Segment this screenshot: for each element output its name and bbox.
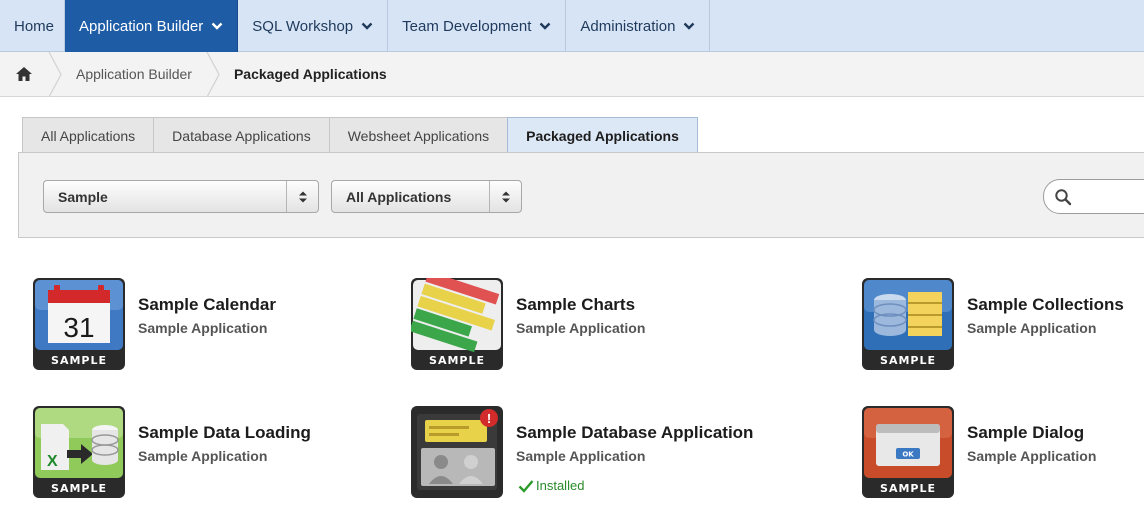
app-tile-sample-database-application[interactable]: ! Sample Database Application Sample App… xyxy=(411,406,771,506)
app-tile-sample-charts[interactable]: SAMPLE Sample Charts Sample Application xyxy=(411,278,771,378)
chevron-down-icon xyxy=(361,20,373,32)
search-icon xyxy=(1055,189,1072,206)
category-select-value: Sample xyxy=(58,188,108,205)
filter-bar: Sample All Applications xyxy=(18,152,1144,238)
collections-icon: SAMPLE xyxy=(862,278,954,370)
app-title: Sample Charts xyxy=(516,295,636,314)
chevron-down-icon xyxy=(539,20,551,32)
calendar-day: 31 xyxy=(63,312,94,343)
select-arrows-icon xyxy=(489,181,521,212)
app-title: Sample Dialog xyxy=(967,423,1085,442)
home-icon xyxy=(16,67,32,81)
app-title: Sample Data Loading xyxy=(138,423,311,442)
app-subtitle: Sample Application xyxy=(138,320,268,336)
charts-icon: SAMPLE xyxy=(411,278,503,370)
app-title: Sample Calendar xyxy=(138,295,276,314)
tab-database-applications[interactable]: Database Applications xyxy=(153,117,330,153)
tab-label: All Applications xyxy=(41,127,136,144)
app-tile-sample-dialog[interactable]: OK SAMPLE Sample Dialog Sample Applicati… xyxy=(862,406,1144,506)
select-arrows-icon xyxy=(286,181,318,212)
app-tile-sample-calendar[interactable]: 31 SAMPLE Sample Calendar Sample Applica… xyxy=(33,278,393,378)
nav-application-builder[interactable]: Application Builder xyxy=(65,0,239,52)
check-icon xyxy=(518,479,534,493)
type-select-value: All Applications xyxy=(346,188,452,205)
nav-team-development[interactable]: Team Development xyxy=(388,0,567,52)
breadcrumb-application-builder[interactable]: Application Builder xyxy=(62,52,206,97)
calendar-icon: 31 SAMPLE xyxy=(33,278,125,370)
dialog-icon: OK SAMPLE xyxy=(862,406,954,498)
app-subtitle: Sample Application xyxy=(967,448,1097,464)
top-navigation: Home Application Builder SQL Workshop Te… xyxy=(0,0,1144,52)
tab-label: Database Applications xyxy=(172,127,311,144)
installed-label: Installed xyxy=(536,478,585,493)
breadcrumb-packaged-applications: Packaged Applications xyxy=(220,52,401,97)
sample-badge: SAMPLE xyxy=(429,354,485,367)
svg-text:X: X xyxy=(47,453,58,470)
breadcrumb-label: Application Builder xyxy=(76,66,192,82)
breadcrumb-label: Packaged Applications xyxy=(233,66,387,82)
data-loading-icon: X SAMPLE xyxy=(33,406,125,498)
type-select[interactable]: All Applications xyxy=(331,180,522,213)
application-tabs: All Applications Database Applications W… xyxy=(22,117,698,153)
app-title: Sample Database Application xyxy=(516,423,754,442)
tab-all-applications[interactable]: All Applications xyxy=(22,117,155,153)
sample-badge: SAMPLE xyxy=(880,354,936,367)
nav-sql-workshop[interactable]: SQL Workshop xyxy=(238,0,389,52)
nav-home-label: Home xyxy=(14,17,55,35)
tab-label: Websheet Applications xyxy=(347,127,490,144)
app-tile-sample-collections[interactable]: SAMPLE Sample Collections Sample Applica… xyxy=(862,278,1144,378)
breadcrumb-separator xyxy=(48,51,62,97)
search-input[interactable] xyxy=(1043,179,1144,214)
sample-badge: SAMPLE xyxy=(51,482,107,495)
breadcrumb-home[interactable] xyxy=(0,52,48,97)
database-application-icon: ! xyxy=(411,406,503,498)
app-subtitle: Sample Application xyxy=(516,320,646,336)
breadcrumb: Application Builder Packaged Application… xyxy=(0,51,1144,97)
app-tile-sample-data-loading[interactable]: X SAMPLE Sample Data Loading Sample Appl… xyxy=(33,406,393,506)
nav-sql-workshop-label: SQL Workshop xyxy=(252,17,354,35)
sample-badge: SAMPLE xyxy=(880,482,936,495)
sample-badge: SAMPLE xyxy=(51,354,107,367)
app-subtitle: Sample Application xyxy=(516,448,646,464)
category-select[interactable]: Sample xyxy=(43,180,319,213)
app-subtitle: Sample Application xyxy=(967,320,1097,336)
app-subtitle: Sample Application xyxy=(138,448,268,464)
tab-websheet-applications[interactable]: Websheet Applications xyxy=(328,117,509,153)
nav-administration[interactable]: Administration xyxy=(566,0,711,52)
app-title: Sample Collections xyxy=(967,295,1124,314)
nav-application-builder-label: Application Builder xyxy=(79,17,204,35)
chevron-down-icon xyxy=(211,20,223,32)
tab-packaged-applications[interactable]: Packaged Applications xyxy=(507,117,698,153)
dialog-ok-label: OK xyxy=(902,451,914,459)
installed-status: Installed xyxy=(518,478,584,493)
chevron-down-icon xyxy=(683,20,695,32)
nav-home[interactable]: Home xyxy=(0,0,66,52)
nav-team-development-label: Team Development xyxy=(402,17,532,35)
nav-administration-label: Administration xyxy=(580,17,676,35)
tab-label: Packaged Applications xyxy=(526,127,679,144)
svg-text:!: ! xyxy=(487,411,491,426)
breadcrumb-separator xyxy=(206,51,220,97)
